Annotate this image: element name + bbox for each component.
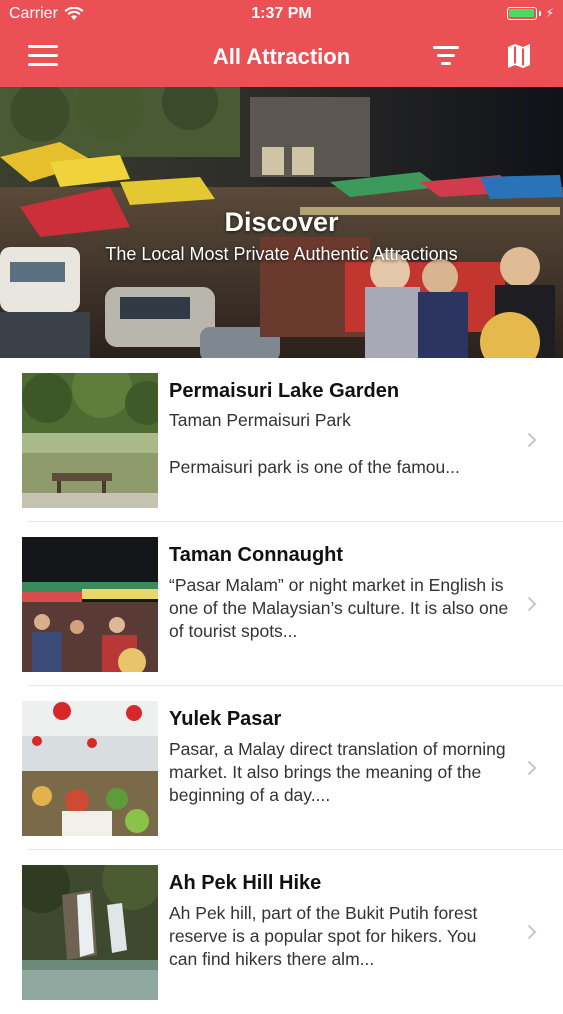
thumbnail-night-market [22,537,158,672]
navigation-bar: All Attraction [0,28,563,87]
attraction-title: Ah Pek Hill Hike [169,872,322,894]
attraction-subtitle: Taman Permaisuri Park [169,410,351,430]
attraction-title: Yulek Pasar [169,708,282,730]
attraction-description: “Pasar Malam” or night market in English… [169,575,509,641]
chevron-right-icon [527,432,537,448]
list-item[interactable]: Taman Connaught “Pasar Malam” or night m… [0,522,563,686]
hero-subtitle: The Local Most Private Authentic Attract… [105,244,458,264]
battery-icon [506,6,537,20]
hero-banner[interactable]: Discover The Local Most Private Authenti… [0,87,563,358]
filter-button[interactable] [433,46,459,68]
list-item[interactable]: Permaisuri Lake Garden Taman Permaisuri … [0,358,563,522]
status-time: 1:37 PM [251,5,312,22]
chevron-right-icon [527,924,537,940]
thumbnail-park [22,373,158,508]
attraction-description: Permaisuri park is one of the famou... [169,457,460,477]
chevron-right-icon [527,596,537,612]
attraction-title: Permaisuri Lake Garden [169,380,400,402]
attraction-title: Taman Connaught [169,544,344,566]
list-item[interactable]: Yulek Pasar Pasar, a Malay direct transl… [0,686,563,850]
filter-icon [433,46,459,49]
thumbnail-waterfall [22,865,158,1000]
list-item[interactable]: Ah Pek Hill Hike Ah Pek hill, part of th… [0,850,563,1014]
hero-title: Discover [224,207,339,237]
map-button[interactable] [505,42,533,70]
chevron-right-icon [527,760,537,776]
thumbnail-morning-market [22,701,158,836]
attraction-list: Permaisuri Lake Garden Taman Permaisuri … [0,358,563,1014]
page-title: All Attraction [212,44,351,69]
attraction-description: Pasar, a Malay direct translation of mor… [169,739,506,805]
map-icon [508,44,530,68]
top-bar: Carrier 1:37 PM ⚡ All Attraction [0,0,563,87]
status-bar: Carrier 1:37 PM ⚡ [0,0,563,28]
charging-bolt-icon: ⚡ [545,6,554,20]
battery-indicator: ⚡ [506,6,554,20]
attraction-description: Ah Pek hill, part of the Bukit Putih for… [169,903,478,969]
